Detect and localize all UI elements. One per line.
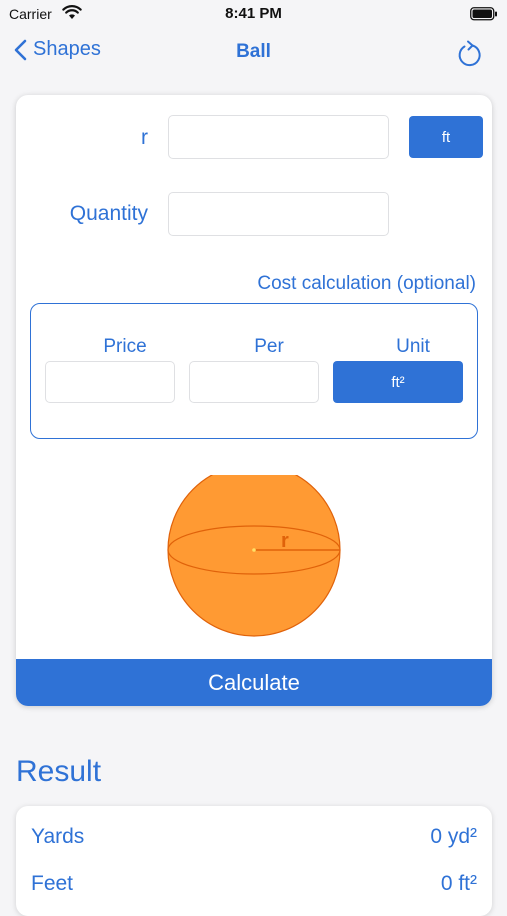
radius-diagram-label: r [281,530,289,552]
per-input[interactable] [189,361,319,403]
quantity-input[interactable] [168,192,389,236]
input-card: r ft Quantity Cost calculation (optional… [16,95,492,706]
result-title: Result [16,755,102,788]
result-label: Feet [31,872,74,895]
price-input[interactable] [45,361,175,403]
result-row-feet: Feet 0 ft² [31,872,477,896]
radius-unit-button[interactable]: ft [409,116,483,158]
r-label: r [141,126,148,149]
page-title: Ball [236,41,271,62]
ball-sphere [167,463,341,637]
navigation-bar: Shapes Ball [0,30,507,76]
price-label: Price [103,336,147,357]
result-row-yards: Yards 0 yd² [31,825,477,849]
battery-icon [470,7,498,26]
result-value: 0 ft² [440,872,477,895]
quantity-label: Quantity [69,202,148,225]
clock-time: 8:41 PM [225,5,282,22]
cost-calculation-heading: Cost calculation (optional) [257,273,476,294]
ball-diagram: r [166,463,342,644]
result-value: 0 yd² [430,825,477,848]
refresh-icon[interactable] [455,38,483,73]
price-unit-button[interactable]: ft² [333,361,463,403]
radius-input[interactable] [168,115,389,159]
status-bar: Carrier 8:41 PM [0,0,507,30]
result-label: Yards [31,825,85,848]
unit-label: Unit [396,336,430,357]
per-label: Per [254,336,284,357]
cost-calculation-box: Price Per Unit ft² [30,303,478,439]
center-point [252,548,256,552]
calculate-button[interactable]: Calculate [16,659,492,706]
